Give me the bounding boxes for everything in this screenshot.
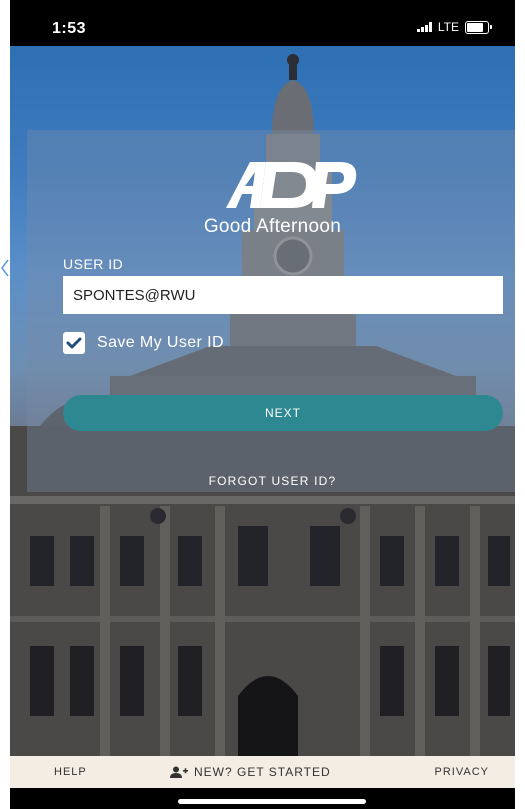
footer-bar: HELP NEW? GET STARTED PRIVACY xyxy=(10,756,515,788)
next-button[interactable]: NEXT xyxy=(63,395,503,431)
status-time: 1:53 xyxy=(52,20,87,37)
new-get-started-link[interactable]: NEW? GET STARTED xyxy=(170,765,331,779)
save-user-id-toggle[interactable]: Save My User ID xyxy=(63,332,224,354)
adp-logo xyxy=(226,162,357,208)
user-id-label: USER ID xyxy=(63,256,124,272)
network-label: LTE xyxy=(437,20,459,34)
signal-icon xyxy=(416,22,432,32)
home-indicator-area xyxy=(10,788,515,809)
new-get-started-label: NEW? GET STARTED xyxy=(194,765,331,779)
checkmark-icon xyxy=(66,337,82,349)
battery-icon xyxy=(465,20,492,34)
greeting-text: Good Afternoon xyxy=(203,216,342,237)
edge-chevron-icon xyxy=(1,259,9,277)
status-bar: 1:53 LTE xyxy=(10,0,515,46)
add-user-icon xyxy=(170,766,188,778)
status-indicators: LTE xyxy=(416,20,492,34)
user-id-input[interactable] xyxy=(63,276,503,314)
save-user-id-label: Save My User ID xyxy=(97,334,224,351)
forgot-user-id-link[interactable]: FORGOT USER ID? xyxy=(10,474,515,488)
phone-screen: 1:53 LTE Good Afternoon USER ID SPONTES@… xyxy=(10,0,515,809)
home-indicator[interactable] xyxy=(178,799,366,804)
save-user-id-checkbox[interactable] xyxy=(63,332,85,354)
help-link[interactable]: HELP xyxy=(54,766,87,778)
privacy-link[interactable]: PRIVACY xyxy=(435,766,489,778)
